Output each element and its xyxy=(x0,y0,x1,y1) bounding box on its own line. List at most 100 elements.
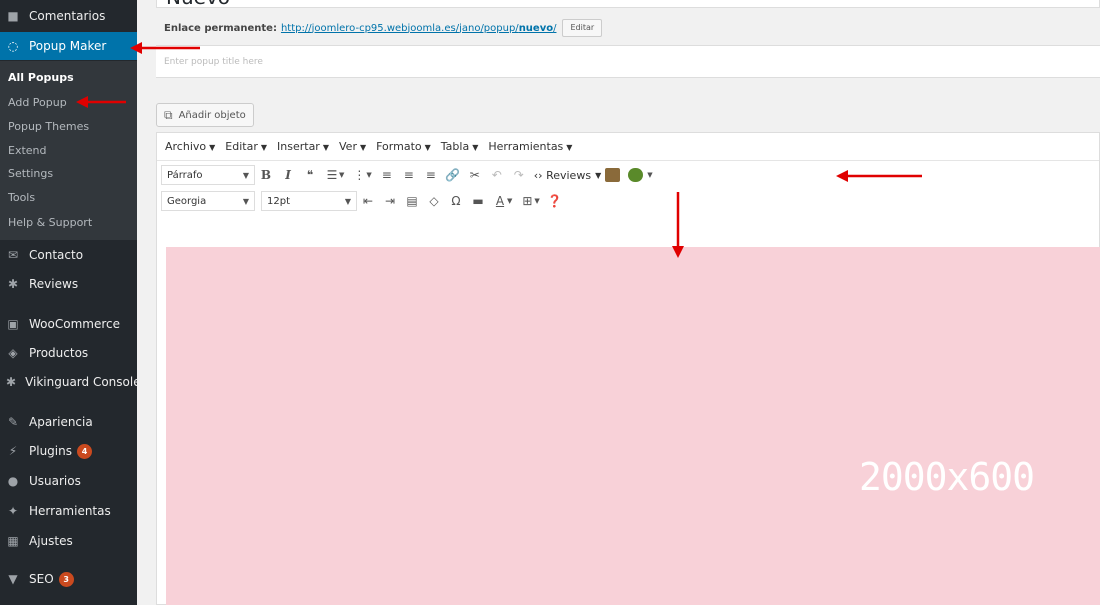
permalink-row: Enlace permanente: http://joomlero-cp95.… xyxy=(164,19,603,37)
indent-icon[interactable]: ⇥ xyxy=(379,190,401,212)
notification-count-badge: 3 xyxy=(58,571,74,587)
bold-icon[interactable]: B xyxy=(255,164,277,186)
editor-menubar: Archivo ▼ Editar ▼ Insertar ▼ Ver ▼ Formato ▼… xyxy=(157,133,1099,161)
page-title-field[interactable]: Nuevo xyxy=(156,0,1100,9)
caret-down-icon: ▼ xyxy=(424,143,431,152)
caret-down-icon: ▼ xyxy=(595,170,602,180)
italic-icon[interactable]: I xyxy=(277,164,299,186)
caret-down-icon: ▼ xyxy=(359,143,367,152)
menu-tabla[interactable]: Tabla ▼ xyxy=(441,140,479,153)
woocommerce-icon: ▣ xyxy=(7,317,19,331)
placeholder-image-label: 2000x600 xyxy=(859,455,1035,499)
placeholder-image: 2000x600 xyxy=(166,247,1100,605)
sidebar-item-popup-maker[interactable]: ◌ Popup Maker xyxy=(0,32,137,60)
help-icon[interactable]: ❓ xyxy=(544,190,566,212)
sidebar-item-usuarios[interactable]: ● Usuarios xyxy=(0,467,137,495)
menu-ver[interactable]: Ver ▼ xyxy=(339,140,366,153)
paintbrush-icon: ✎ xyxy=(7,415,19,429)
submenu-extend[interactable]: Extend xyxy=(8,144,47,157)
caret-down-icon: ▼ xyxy=(344,196,351,206)
redo-icon[interactable]: ↷ xyxy=(508,164,530,186)
sidebar-item-vikinguard-console[interactable]: ✱ Vikinguard Console xyxy=(0,368,141,396)
popup-title-input[interactable] xyxy=(156,46,1100,77)
add-media-button[interactable]: ⧉ Añadir objeto xyxy=(156,103,254,127)
annotation-arrow-popup-maker xyxy=(130,42,200,54)
sidebar-item-reviews[interactable]: ✱ Reviews xyxy=(0,270,137,298)
caret-down-icon: ▼ xyxy=(566,143,573,152)
menu-archivo[interactable]: Archivo ▼ xyxy=(165,140,215,153)
editor-toolbar-row-1: Párrafo ▼ B I ❝ ☰ ▼ ⋮ ▼ ≡ ≡ ≡ 🔗 ✂ ↶ ↷ ‹› R… xyxy=(161,163,657,187)
annotation-arrow-content xyxy=(672,192,684,258)
submenu-tools[interactable]: Tools xyxy=(8,191,35,204)
submenu-add-popup[interactable]: Add Popup xyxy=(8,96,67,109)
align-center-icon[interactable]: ≡ xyxy=(398,164,420,186)
format-select[interactable]: Párrafo ▼ xyxy=(161,165,255,185)
seo-icon: ▼ xyxy=(8,572,18,586)
caret-down-icon[interactable]: ▼ xyxy=(507,197,512,205)
annotation-arrow-toolbar xyxy=(836,170,922,182)
sidebar-item-herramientas[interactable]: ✦ Herramientas xyxy=(0,497,137,525)
update-count-badge: 4 xyxy=(76,443,92,459)
settings-icon: ▦ xyxy=(7,534,19,548)
plugin-icon: ⚡ xyxy=(8,444,18,458)
wrench-icon: ✦ xyxy=(7,504,19,518)
link-icon[interactable]: 🔗 xyxy=(442,164,464,186)
menu-formato[interactable]: Formato ▼ xyxy=(376,140,431,153)
comment-icon: ■ xyxy=(7,9,19,23)
media-icon: ⧉ xyxy=(164,107,173,122)
caret-down-icon: ▼ xyxy=(242,170,249,180)
code-icon: ‹› xyxy=(533,168,547,182)
admin-sidebar: ■ Comentarios ◌ Popup Maker All Popups A… xyxy=(0,0,141,605)
main-content: Nuevo Enlace permanente: http://joomlero… xyxy=(137,0,1100,605)
popup-title-field xyxy=(156,45,1100,78)
edit-permalink-button[interactable]: Editar xyxy=(562,19,603,37)
sidebar-item-plugins[interactable]: ⚡ Plugins 4 xyxy=(0,437,137,465)
sidebar-item-contacto[interactable]: ✉ Contacto xyxy=(0,241,137,269)
caret-down-icon[interactable]: ▼ xyxy=(339,171,344,179)
menu-editar[interactable]: Editar ▼ xyxy=(225,140,267,153)
font-family-select[interactable]: Georgia ▼ xyxy=(161,191,255,211)
sidebar-item-productos[interactable]: ◈ Productos xyxy=(0,339,137,367)
gear-icon: ✱ xyxy=(7,277,19,291)
unlink-icon[interactable]: ✂ xyxy=(464,164,486,186)
gear-icon: ✱ xyxy=(6,375,17,389)
caret-down-icon[interactable]: ▼ xyxy=(366,171,371,179)
permalink-link[interactable]: http://joomlero-cp95.webjoomla.es/jano/p… xyxy=(281,23,557,34)
sidebar-item-woocommerce[interactable]: ▣ WooCommerce xyxy=(0,310,137,338)
caret-down-icon[interactable]: ▼ xyxy=(647,171,652,179)
mail-icon: ✉ xyxy=(7,248,19,262)
reviews-shortcode-button[interactable]: ‹› Reviews ▼ xyxy=(534,169,601,182)
submenu-all-popups[interactable]: All Popups xyxy=(8,71,74,84)
menu-insertar[interactable]: Insertar ▼ xyxy=(277,140,329,153)
submenu-popup-themes[interactable]: Popup Themes xyxy=(8,120,89,133)
caret-down-icon: ▼ xyxy=(472,143,479,152)
users-icon: ● xyxy=(7,474,19,488)
popup-maker-icon: ◌ xyxy=(7,39,19,53)
sidebar-item-apariencia[interactable]: ✎ Apariencia xyxy=(0,408,137,436)
clear-formatting-icon[interactable]: ◇ xyxy=(423,190,445,212)
sidebar-item-seo[interactable]: ▼ SEO 3 xyxy=(0,565,137,593)
outdent-icon[interactable]: ⇤ xyxy=(357,190,379,212)
undo-icon[interactable]: ↶ xyxy=(486,164,508,186)
caret-down-icon[interactable]: ▼ xyxy=(534,197,539,205)
special-character-icon[interactable]: Ω xyxy=(445,190,467,212)
caret-down-icon: ▼ xyxy=(322,143,329,152)
archive-icon: ◈ xyxy=(8,346,18,360)
font-size-select[interactable]: 12pt ▼ xyxy=(261,191,357,211)
content-editor: Archivo ▼ Editar ▼ Insertar ▼ Ver ▼ Formato ▼… xyxy=(156,132,1100,605)
sidebar-item-ajustes[interactable]: ▦ Ajustes xyxy=(0,527,137,555)
align-right-icon[interactable]: ≡ xyxy=(420,164,442,186)
leaf-plugin-icon[interactable] xyxy=(628,168,644,182)
submenu-help-support[interactable]: Help & Support xyxy=(8,216,92,229)
align-left-icon[interactable]: ≡ xyxy=(376,164,398,186)
plugin-toolbar-icon[interactable] xyxy=(605,168,621,182)
blockquote-icon[interactable]: ❝ xyxy=(299,164,321,186)
sidebar-item-comentarios[interactable]: ■ Comentarios xyxy=(0,2,137,30)
popup-maker-submenu: All Popups Add Popup Popup Themes Extend… xyxy=(0,61,137,240)
editor-toolbar-row-2: Georgia ▼ 12pt ▼ ⇤ ⇥ ▤ ◇ Ω ▬ A ▼ ⊞ ▼ ❓ xyxy=(161,189,566,213)
menu-herramientas[interactable]: Herramientas ▼ xyxy=(488,140,572,153)
annotation-arrow-add-popup xyxy=(76,96,126,108)
paste-text-icon[interactable]: ▤ xyxy=(401,190,423,212)
submenu-settings[interactable]: Settings xyxy=(8,167,53,180)
horizontal-rule-icon[interactable]: ▬ xyxy=(467,190,489,212)
